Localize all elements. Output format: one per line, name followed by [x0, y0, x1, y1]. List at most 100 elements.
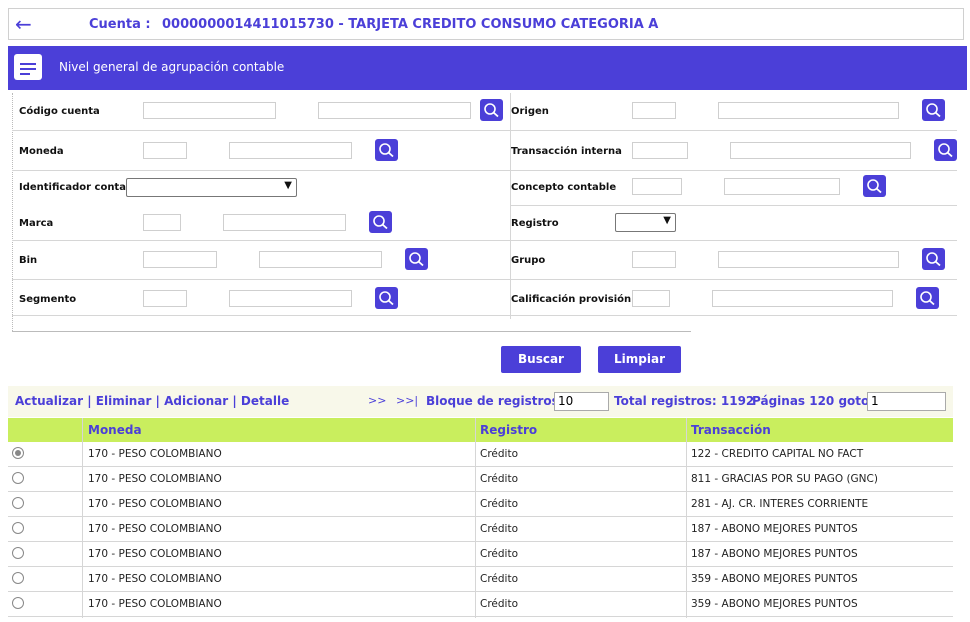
cell-moneda: 170 - PESO COLOMBIANO [88, 523, 222, 535]
transaccion-interna-search-icon[interactable] [934, 139, 957, 161]
cell-transaccion: 187 - ABONO MEJORES PUNTOS [691, 523, 858, 535]
adicionar-link[interactable]: Adicionar [164, 394, 228, 408]
marca-desc-input[interactable] [223, 214, 346, 231]
cell-registro: Crédito [480, 473, 519, 485]
table-row[interactable]: 170 - PESO COLOMBIANO Crédito 187 - ABON… [8, 542, 953, 567]
col-header-registro[interactable]: Registro [480, 423, 537, 437]
transaccion-interna-desc-input[interactable] [730, 142, 911, 159]
transaccion-interna-label: Transacción interna [511, 146, 622, 157]
segmento-input[interactable] [143, 290, 187, 307]
concepto-contable-search-icon[interactable] [863, 175, 886, 197]
calificacion-provision-desc-input[interactable] [712, 290, 893, 307]
total-registros: Total registros: 1192 [614, 394, 755, 408]
cell-moneda: 170 - PESO COLOMBIANO [88, 598, 222, 610]
identificador-contable-select[interactable]: ▼ [126, 178, 297, 197]
codigo-cuenta-desc-input[interactable] [318, 102, 471, 119]
concepto-contable-input[interactable] [632, 178, 682, 195]
concepto-contable-desc-input[interactable] [724, 178, 840, 195]
cell-transaccion: 359 - ABONO MEJORES PUNTOS [691, 598, 858, 610]
bloque-input[interactable]: 10 [554, 392, 609, 411]
calificacion-provision-search-icon[interactable] [916, 287, 939, 309]
codigo-cuenta-input[interactable] [143, 102, 276, 119]
moneda-input[interactable] [143, 142, 187, 159]
cell-registro: Crédito [480, 523, 519, 535]
cuenta-label: Cuenta : [89, 17, 151, 32]
cell-transaccion: 187 - ABONO MEJORES PUNTOS [691, 548, 858, 560]
origen-label: Origen [511, 106, 549, 117]
row-radio[interactable] [12, 447, 24, 459]
cuenta-value: 0000000014411015730 - TARJETA CREDITO CO… [162, 17, 659, 32]
row-radio[interactable] [12, 472, 24, 484]
marca-label: Marca [19, 218, 54, 229]
buscar-button[interactable]: Buscar [501, 346, 581, 373]
back-arrow-icon[interactable]: ← [15, 12, 32, 36]
bin-search-icon[interactable] [405, 248, 428, 270]
next-page-link[interactable]: >> [368, 394, 386, 407]
table-row[interactable]: 170 - PESO COLOMBIANO Crédito 359 - ABON… [8, 567, 953, 592]
table-row[interactable]: 170 - PESO COLOMBIANO Crédito 811 - GRAC… [8, 467, 953, 492]
col-header-moneda[interactable]: Moneda [88, 423, 142, 437]
table-row[interactable]: 170 - PESO COLOMBIANO Crédito 187 - ABON… [8, 517, 953, 542]
grupo-label: Grupo [511, 255, 546, 266]
codigo-cuenta-search-icon[interactable] [480, 99, 503, 121]
actualizar-link[interactable]: Actualizar [15, 394, 83, 408]
cell-transaccion: 281 - AJ. CR. INTERES CORRIENTE [691, 498, 869, 510]
cell-moneda: 170 - PESO COLOMBIANO [88, 473, 222, 485]
registro-select[interactable]: ▼ [615, 213, 676, 232]
segmento-search-icon[interactable] [375, 287, 398, 309]
detalle-link[interactable]: Detalle [241, 394, 289, 408]
marca-search-icon[interactable] [369, 211, 392, 233]
grupo-search-icon[interactable] [922, 248, 945, 270]
cell-transaccion: 811 - GRACIAS POR SU PAGO (GNC) [691, 473, 878, 485]
row-radio[interactable] [12, 497, 24, 509]
bin-label: Bin [19, 255, 38, 266]
row-radio[interactable] [12, 572, 24, 584]
marca-input[interactable] [143, 214, 181, 231]
row-radio[interactable] [12, 547, 24, 559]
bin-input[interactable] [143, 251, 217, 268]
origen-input[interactable] [632, 102, 676, 119]
table-row[interactable]: 170 - PESO COLOMBIANO Crédito 359 - ABON… [8, 592, 953, 617]
cell-registro: Crédito [480, 598, 519, 610]
grupo-desc-input[interactable] [718, 251, 899, 268]
table-row[interactable]: 170 - PESO COLOMBIANO Crédito 122 - CRED… [8, 442, 953, 467]
moneda-desc-input[interactable] [229, 142, 352, 159]
identificador-contable-label: Identificador contable [19, 182, 144, 193]
list-icon [14, 54, 42, 80]
cell-registro: Crédito [480, 498, 519, 510]
table-row[interactable]: 170 - PESO COLOMBIANO Crédito 281 - AJ. … [8, 492, 953, 517]
cell-moneda: 170 - PESO COLOMBIANO [88, 548, 222, 560]
limpiar-button[interactable]: Limpiar [598, 346, 681, 373]
segmento-label: Segmento [19, 294, 77, 305]
cell-registro: Crédito [480, 573, 519, 585]
moneda-label: Moneda [19, 146, 64, 157]
grupo-input[interactable] [632, 251, 676, 268]
bin-desc-input[interactable] [259, 251, 382, 268]
account-header: ← Cuenta : 0000000014411015730 - TARJETA… [8, 8, 964, 40]
action-separator: | [151, 394, 165, 408]
cell-moneda: 170 - PESO COLOMBIANO [88, 448, 222, 460]
last-page-link[interactable]: >>| [396, 394, 418, 407]
col-header-transaccion[interactable]: Transacción [691, 423, 771, 437]
goto-input[interactable]: 1 [867, 392, 946, 411]
action-separator: | [228, 394, 241, 408]
chevron-down-icon: ▼ [284, 180, 292, 191]
cell-transaccion: 359 - ABONO MEJORES PUNTOS [691, 573, 858, 585]
table-header: Moneda Registro Transacción [8, 418, 953, 442]
segmento-desc-input[interactable] [229, 290, 352, 307]
codigo-cuenta-label: Código cuenta [19, 106, 100, 117]
moneda-search-icon[interactable] [375, 139, 398, 161]
registro-label: Registro [511, 218, 559, 229]
calificacion-provision-input[interactable] [632, 290, 670, 307]
origen-desc-input[interactable] [718, 102, 899, 119]
eliminar-link[interactable]: Eliminar [96, 394, 152, 408]
origen-search-icon[interactable] [922, 99, 945, 121]
row-radio[interactable] [12, 597, 24, 609]
bloque-label: Bloque de registros: [426, 394, 564, 408]
row-radio[interactable] [12, 522, 24, 534]
chevron-down-icon: ▼ [663, 215, 671, 226]
cell-transaccion: 122 - CREDITO CAPITAL NO FACT [691, 448, 864, 460]
cell-moneda: 170 - PESO COLOMBIANO [88, 573, 222, 585]
transaccion-interna-input[interactable] [632, 142, 688, 159]
paginas-goto-label: Páginas 120 goto: [752, 394, 875, 408]
